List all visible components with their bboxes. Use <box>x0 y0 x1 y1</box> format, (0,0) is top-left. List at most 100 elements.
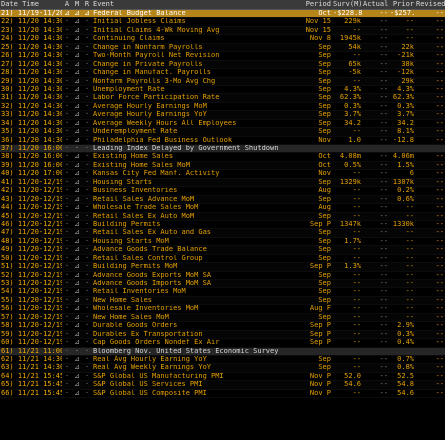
table-row[interactable]: 22) 11/20 14:30 · ⊿ · Initial Jobless Claims… <box>0 18 445 27</box>
table-row[interactable]: 42) 11/20-12/19 · ⊿ · Business Inventories Au… <box>0 187 445 196</box>
row-market-icon[interactable]: ⊿ <box>72 339 82 346</box>
row-market-icon[interactable]: ⊿ <box>72 86 82 93</box>
row-alert-icon[interactable]: · <box>62 356 72 363</box>
table-row[interactable]: 28) 11/20 14:30 · ⊿ · Change in Manufact. Pa… <box>0 69 445 78</box>
row-alert-icon[interactable]: · <box>62 322 72 329</box>
table-row[interactable]: 38) 11/20 16:00 · ⊿ · Existing Home Sales Oct… <box>0 153 445 162</box>
row-alert-icon[interactable]: · <box>62 213 72 220</box>
row-alert-icon[interactable]: · <box>62 373 72 380</box>
row-relevance-icon[interactable]: · <box>82 35 92 42</box>
header-date-time[interactable]: Date Time <box>0 0 62 9</box>
row-alert-icon[interactable]: ⊿ <box>62 10 72 17</box>
row-market-icon[interactable]: ⊿ <box>72 179 82 186</box>
header-relevance[interactable]: R <box>82 0 92 9</box>
row-relevance-icon[interactable]: · <box>82 153 92 160</box>
table-row[interactable]: 37) 11/20 16:00 · · · Leading Index Delayed … <box>0 145 445 154</box>
table-row[interactable]: 65) 11/21 15:45 · ⊿ · S&P Global US Services… <box>0 381 445 390</box>
table-row[interactable]: 27) 11/20 14:30 · ⊿ · Change in Private Payr… <box>0 60 445 70</box>
row-relevance-icon[interactable]: · <box>82 213 92 220</box>
row-alert-icon[interactable]: · <box>62 18 72 25</box>
row-relevance-icon[interactable]: · <box>82 314 92 321</box>
row-market-icon[interactable]: ⊿ <box>72 196 82 203</box>
row-market-icon[interactable]: ⊿ <box>72 373 82 380</box>
table-row[interactable]: 35) 11/20 14:30 · ⊿ · Underemployment Rate Se… <box>0 128 445 137</box>
row-alert-icon[interactable]: · <box>62 196 72 203</box>
table-row[interactable]: 33) 11/20 14:30 · ⊿ · Average Hourly Earning… <box>0 111 445 120</box>
row-market-icon[interactable]: ⊿ <box>72 18 82 25</box>
row-alert-icon[interactable]: · <box>62 86 72 93</box>
row-alert-icon[interactable]: · <box>62 128 72 135</box>
row-relevance-icon[interactable]: · <box>82 162 92 169</box>
row-relevance-icon[interactable]: · <box>82 61 92 68</box>
table-row[interactable]: 34) 11/20 14:30 · ⊿ · Average Weekly Hours A… <box>0 120 445 129</box>
row-alert-icon[interactable]: · <box>62 179 72 186</box>
row-relevance-icon[interactable]: · <box>82 78 92 85</box>
row-market-icon[interactable]: ⊿ <box>72 246 82 253</box>
row-alert-icon[interactable]: · <box>62 145 72 152</box>
row-market-icon[interactable]: ⊿ <box>72 35 82 42</box>
row-market-icon[interactable]: ⊿ <box>72 187 82 194</box>
row-relevance-icon[interactable]: · <box>82 339 92 346</box>
row-alert-icon[interactable]: · <box>62 137 72 144</box>
table-row[interactable]: 64) 11/21 15:45 · ⊿ · S&P Global US Manufact… <box>0 373 445 382</box>
row-market-icon[interactable]: ⊿ <box>72 263 82 270</box>
table-row[interactable]: 31) 11/20 14:30 · ⊿ · Labor Force Participat… <box>0 94 445 103</box>
row-market-icon[interactable]: ⊿ <box>72 255 82 262</box>
row-market-icon[interactable]: ⊿ <box>72 52 82 59</box>
row-market-icon[interactable]: ⊿ <box>72 10 82 17</box>
row-market-icon[interactable]: ⊿ <box>72 44 82 51</box>
row-relevance-icon[interactable]: · <box>82 305 92 312</box>
row-market-icon[interactable]: ⊿ <box>72 162 82 169</box>
table-row[interactable]: 57) 11/20-12/19 · ⊿ · New Home Sales MoM Sep -… <box>0 313 445 323</box>
row-market-icon[interactable]: ⊿ <box>72 272 82 279</box>
row-alert-icon[interactable]: · <box>62 111 72 118</box>
table-row[interactable]: 48) 11/20-12/19 · ⊿ · Housing Starts MoM Sep 1… <box>0 238 445 247</box>
row-relevance-icon[interactable]: · <box>82 322 92 329</box>
row-market-icon[interactable]: ⊿ <box>72 111 82 118</box>
table-row[interactable]: 60) 11/20-12/19 · ⊿ · Cap Goods Orders Nonde… <box>0 339 445 348</box>
row-relevance-icon[interactable]: · <box>82 238 92 245</box>
row-relevance-icon[interactable]: · <box>82 179 92 186</box>
row-market-icon[interactable]: ⊿ <box>72 213 82 220</box>
row-relevance-icon[interactable]: · <box>82 255 92 262</box>
table-row[interactable]: 21) 11/19-11/26 ⊿ ⊿ ⊿ Federal Budget Balance… <box>0 10 445 19</box>
row-alert-icon[interactable]: · <box>62 162 72 169</box>
row-market-icon[interactable]: · <box>72 348 82 355</box>
row-alert-icon[interactable]: · <box>62 94 72 101</box>
row-market-icon[interactable]: ⊿ <box>72 221 82 228</box>
row-alert-icon[interactable]: · <box>62 78 72 85</box>
row-relevance-icon[interactable]: · <box>82 111 92 118</box>
row-market-icon[interactable]: ⊿ <box>72 94 82 101</box>
row-market-icon[interactable]: ⊿ <box>72 381 82 388</box>
row-market-icon[interactable]: ⊿ <box>72 314 82 321</box>
row-alert-icon[interactable]: · <box>62 305 72 312</box>
row-alert-icon[interactable]: · <box>62 120 72 127</box>
row-market-icon[interactable]: ⊿ <box>72 238 82 245</box>
table-row[interactable]: 52) 11/20-12/19 · ⊿ · Advance Goods Exports … <box>0 272 445 280</box>
row-relevance-icon[interactable]: ⊿ <box>82 10 92 17</box>
header-survey[interactable]: Surv(M) <box>332 0 362 9</box>
row-alert-icon[interactable]: · <box>62 364 72 371</box>
row-relevance-icon[interactable]: · <box>82 94 92 101</box>
header-event[interactable]: Event <box>92 0 302 9</box>
row-relevance-icon[interactable]: · <box>82 263 92 270</box>
row-alert-icon[interactable]: · <box>62 153 72 160</box>
row-alert-icon[interactable]: · <box>62 61 72 68</box>
row-relevance-icon[interactable]: · <box>82 390 92 397</box>
row-relevance-icon[interactable]: · <box>82 272 92 279</box>
row-alert-icon[interactable]: · <box>62 339 72 346</box>
row-market-icon[interactable]: ⊿ <box>72 61 82 68</box>
header-market[interactable]: M <box>72 0 82 9</box>
table-row[interactable]: 36) 11/20 14:30 · ⊿ · Philadelphia Fed Busin… <box>0 137 445 145</box>
table-row[interactable]: 32) 11/20 14:30 · ⊿ · Average Hourly Earning… <box>0 103 445 112</box>
row-relevance-icon[interactable]: · <box>82 364 92 371</box>
row-relevance-icon[interactable]: · <box>82 297 92 304</box>
row-market-icon[interactable]: ⊿ <box>72 356 82 363</box>
table-row[interactable]: 43) 11/20-12/19 · ⊿ · Retail Sales Advance M… <box>0 195 445 205</box>
row-relevance-icon[interactable]: · <box>82 120 92 127</box>
row-alert-icon[interactable]: · <box>62 280 72 287</box>
row-market-icon[interactable]: ⊿ <box>72 120 82 127</box>
table-row[interactable]: 63) 11/21 14:30 · ⊿ · Real Avg Weekly Earnin… <box>0 364 445 373</box>
table-row[interactable]: 49) 11/20-12/19 · ⊿ · Advance Goods Trade Ba… <box>0 246 445 255</box>
header-revised[interactable]: Revised <box>415 0 445 9</box>
